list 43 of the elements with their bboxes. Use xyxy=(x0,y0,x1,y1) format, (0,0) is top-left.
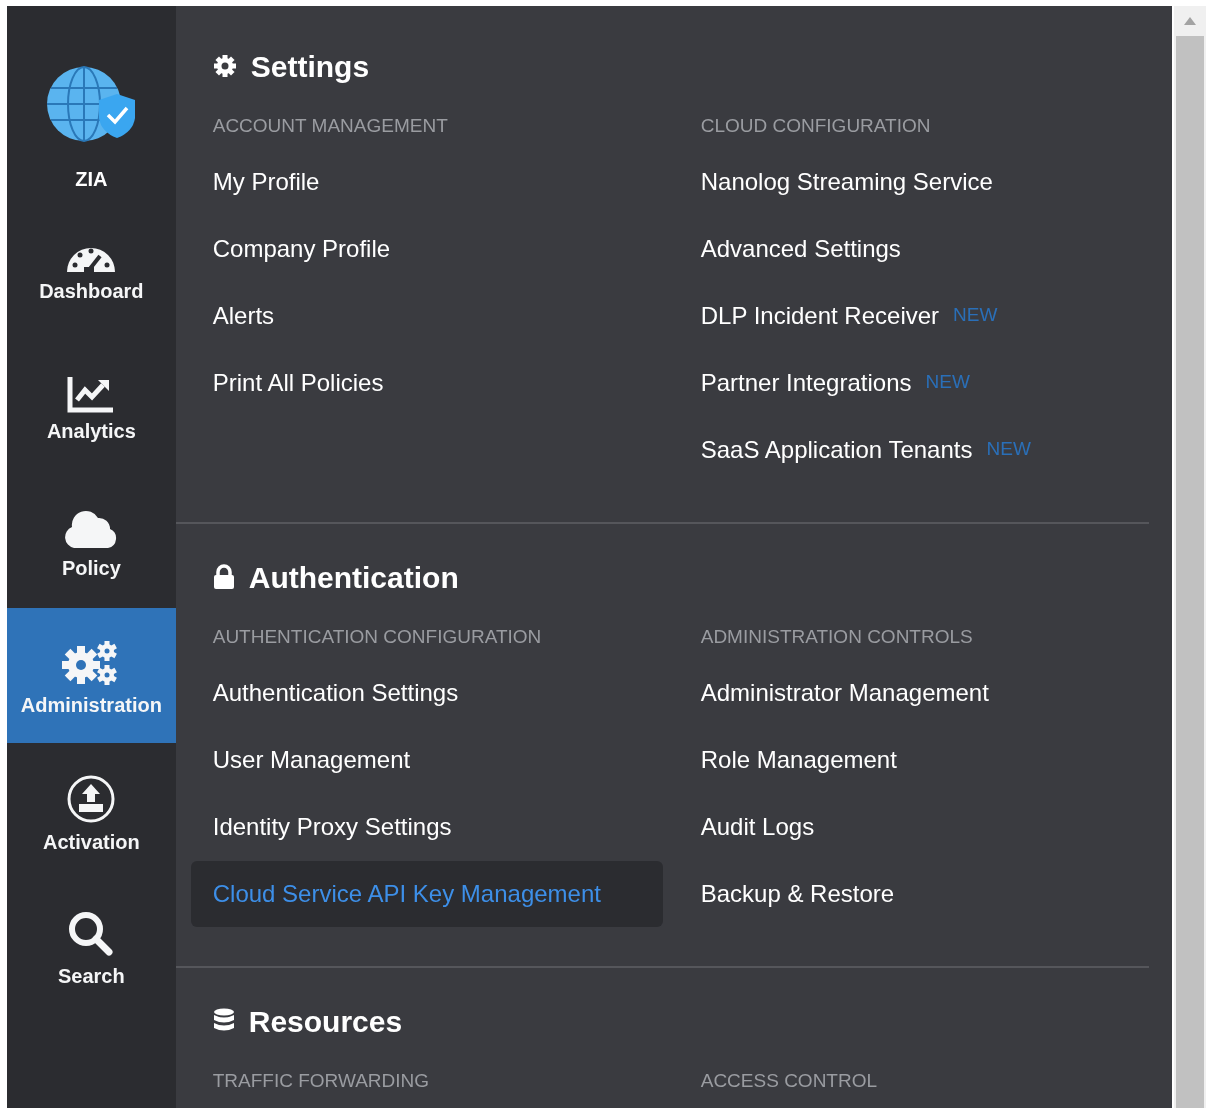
search-icon xyxy=(67,909,116,958)
menu-link[interactable]: SaaS Application Tenants xyxy=(678,416,973,483)
sidebar-item[interactable]: Administration xyxy=(7,608,176,743)
globe-shield-icon xyxy=(45,66,138,144)
menu-link[interactable]: Role Management xyxy=(678,726,897,793)
new-label: NEW xyxy=(986,437,1031,462)
category-heading: CLOUD CONFIGURATION xyxy=(700,113,931,138)
menu-link[interactable]: Advanced Settings xyxy=(678,215,901,282)
menu-link[interactable]: Cloud Service API Key Management xyxy=(190,860,663,927)
section-title: Settings xyxy=(250,48,370,85)
new-label: NEW xyxy=(925,370,970,395)
menu-link[interactable]: Audit Logs xyxy=(678,793,815,860)
product-label: ZIA xyxy=(75,167,108,192)
new-label: NEW xyxy=(953,303,998,328)
menu-link[interactable]: Print All Policies xyxy=(190,349,384,416)
section-title: Resources xyxy=(248,1003,403,1040)
section-title: Authentication xyxy=(248,559,459,596)
menu-link[interactable]: My Profile xyxy=(190,148,320,215)
sidebar-item[interactable]: Activation xyxy=(7,743,176,878)
menu-link[interactable]: Partner Integrations xyxy=(678,349,912,416)
chart-icon xyxy=(67,374,116,413)
category-heading: ACCESS CONTROL xyxy=(700,1068,878,1093)
menu-link[interactable]: Identity Proxy Settings xyxy=(190,793,452,860)
menu-link[interactable]: User Management xyxy=(190,726,411,793)
category-heading: ADMINISTRATION CONTROLS xyxy=(700,624,973,649)
gear-icon xyxy=(212,54,237,78)
category-heading: AUTHENTICATION CONFIGURATION xyxy=(212,624,542,649)
sidebar-item[interactable]: Search xyxy=(7,878,176,1013)
scroll-up-icon[interactable] xyxy=(1184,17,1197,25)
menu-link[interactable]: DLP Incident Receiver xyxy=(678,282,940,349)
category-heading: TRAFFIC FORWARDING xyxy=(212,1068,430,1093)
category-heading: ACCOUNT MANAGEMENT xyxy=(212,113,448,138)
sidebar-item[interactable]: Policy xyxy=(7,473,176,608)
menu-link[interactable]: Authentication Settings xyxy=(190,659,459,726)
sidebar-item[interactable]: Dashboard xyxy=(7,203,176,338)
menu-link[interactable]: Administrator Management xyxy=(678,659,989,726)
menu-link[interactable]: Company Profile xyxy=(190,215,391,282)
lock-icon xyxy=(212,564,235,590)
menu-link[interactable]: Nanolog Streaming Service xyxy=(678,148,993,215)
menu-link[interactable]: Backup & Restore xyxy=(678,860,895,927)
menu-link[interactable]: Alerts xyxy=(190,282,275,349)
upload-icon xyxy=(66,773,117,824)
sidebar-item[interactable]: Analytics xyxy=(7,338,176,473)
